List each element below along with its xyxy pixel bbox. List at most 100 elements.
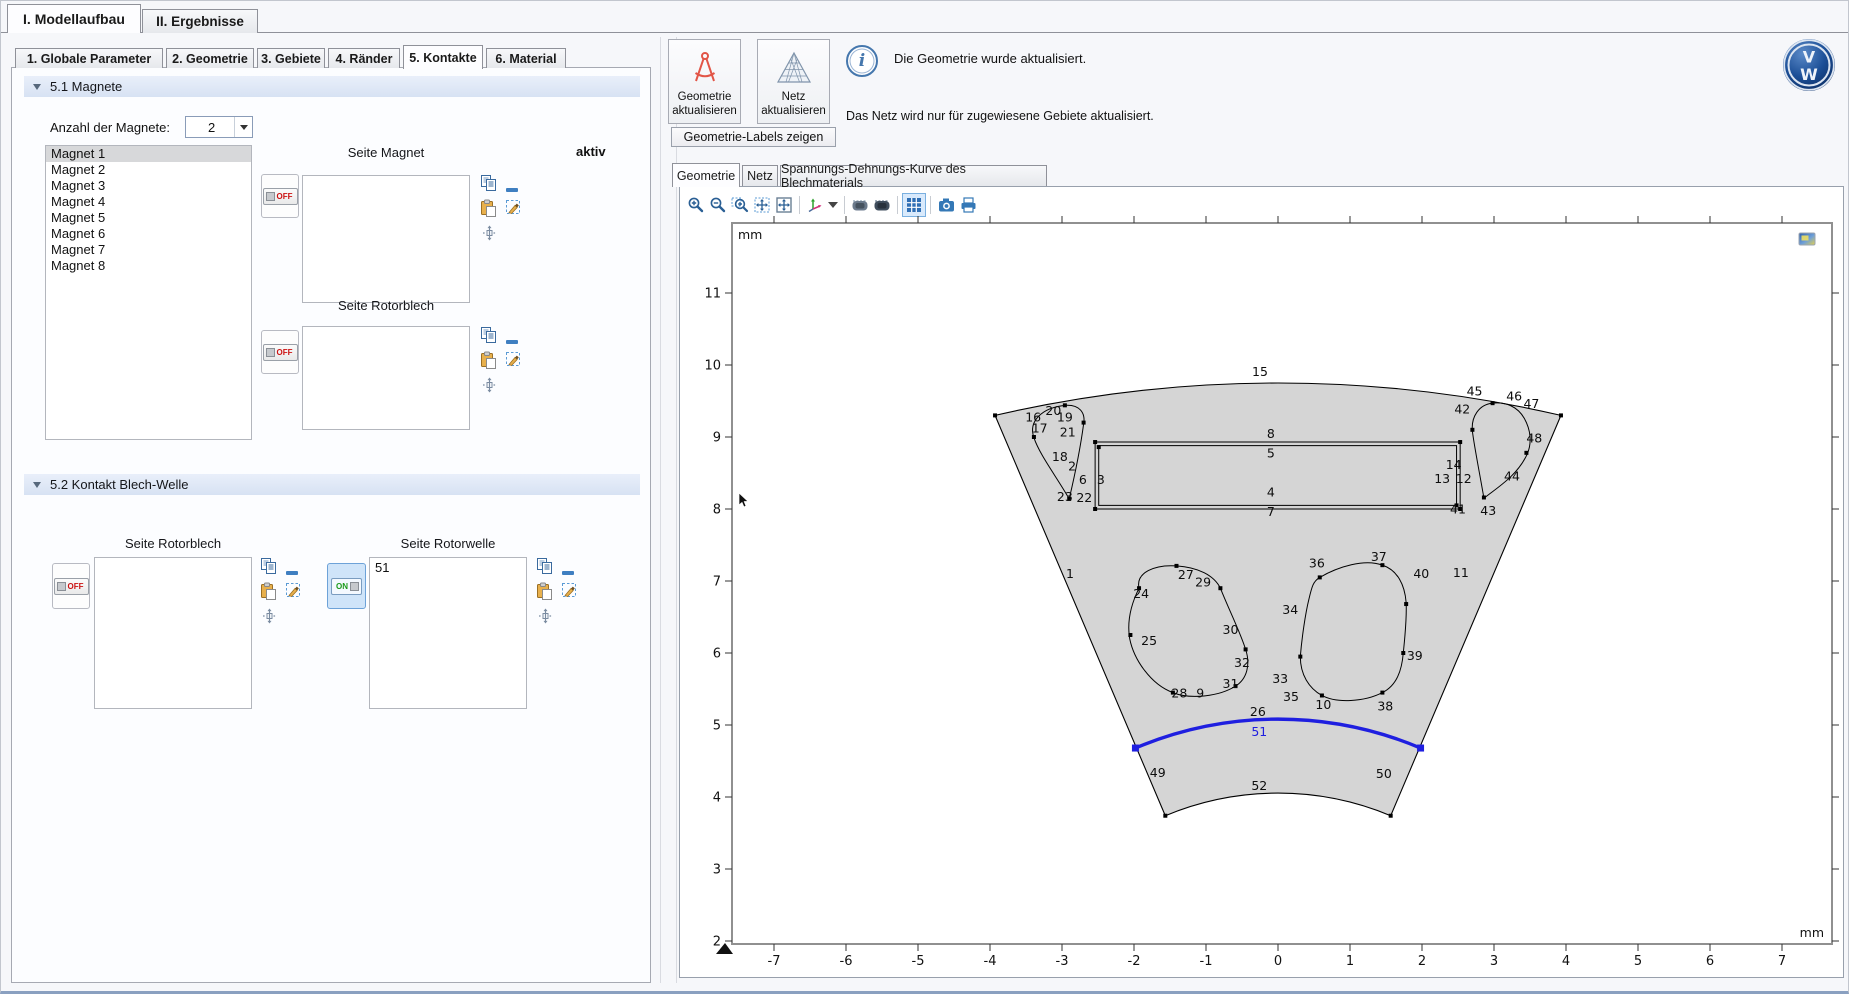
- toggle-off-icon: OFF: [263, 188, 298, 205]
- axis-orientation-dropdown-icon[interactable]: [826, 194, 840, 216]
- plot-thumbnail-icon[interactable]: [1798, 231, 1817, 248]
- magnet-list-item[interactable]: Magnet 3: [46, 178, 251, 194]
- copy-image-icon[interactable]: [849, 194, 871, 216]
- tab-modellaufbau[interactable]: I. Modellaufbau: [7, 4, 141, 33]
- magnet-list-item[interactable]: Magnet 7: [46, 242, 251, 258]
- section-header-kontakt[interactable]: 5.2 Kontakt Blech-Welle: [24, 474, 640, 495]
- zoom-to-selection-icon[interactable]: [482, 377, 497, 398]
- zoom-to-selection-icon[interactable]: [482, 225, 497, 246]
- paste-selection-icon[interactable]: [536, 582, 553, 606]
- update-geometry-button[interactable]: Geometrie aktualisieren: [668, 39, 741, 124]
- zoom-to-selection-icon[interactable]: [262, 608, 277, 629]
- copy-selection-icon[interactable]: [260, 557, 277, 580]
- paste-selection-icon[interactable]: [480, 351, 497, 375]
- copy-selection-icon[interactable]: [536, 557, 553, 580]
- selection-list-seite-magnet[interactable]: [302, 175, 470, 303]
- toggle-off-icon: OFF: [263, 344, 298, 361]
- selection-list-seite-rotorblech[interactable]: [302, 326, 470, 430]
- subtab-5-kontakte[interactable]: 5. Kontakte: [403, 45, 483, 69]
- subtab-1-globale-parameter[interactable]: 1. Globale Parameter: [15, 48, 163, 68]
- toggle-kontakt-rotorwelle[interactable]: ON: [327, 563, 366, 609]
- magnet-count-label: Anzahl der Magnete:: [50, 120, 170, 135]
- magnet-list-item[interactable]: Magnet 1: [46, 146, 251, 162]
- section-header-magnete[interactable]: 5.1 Magnete: [24, 76, 640, 97]
- magnet-count-dropdown[interactable]: 2: [185, 116, 253, 138]
- grid-toggle-icon[interactable]: [902, 193, 926, 217]
- subtab-2-geometrie[interactable]: 2. Geometrie: [166, 48, 254, 68]
- update-mesh-button[interactable]: Netz aktualisieren: [757, 39, 830, 124]
- clear-selection-icon[interactable]: [561, 582, 578, 604]
- copy-selection-icon[interactable]: [480, 326, 497, 349]
- subtab-3-gebiete[interactable]: 3. Gebiete: [257, 48, 325, 68]
- remove-selection-icon[interactable]: [562, 563, 575, 581]
- button-label: Geometrie: [678, 90, 732, 104]
- selection-tools-seite-magnet: [480, 174, 536, 250]
- clear-selection-icon[interactable]: [505, 351, 522, 373]
- group-title-kontakt-rotorblech: Seite Rotorblech: [94, 536, 252, 551]
- zoom-box-icon[interactable]: [729, 194, 751, 216]
- magnet-list-item[interactable]: Magnet 8: [46, 258, 251, 274]
- camera-icon[interactable]: [935, 194, 957, 216]
- remove-selection-icon[interactable]: [506, 180, 519, 198]
- panel-splitter[interactable]: [660, 37, 661, 983]
- main-tab-divider: [1, 32, 1849, 33]
- remove-selection-icon[interactable]: [506, 332, 519, 350]
- magnet-list-item[interactable]: Magnet 4: [46, 194, 251, 210]
- magnet-list-item[interactable]: Magnet 2: [46, 162, 251, 178]
- left-panel: 5.1 Magnete Anzahl der Magnete: 2 Magnet…: [11, 67, 651, 983]
- selection-list-kontakt-rotorblech[interactable]: [94, 557, 252, 709]
- selection-tools-kontakt-rotorblech: [260, 557, 316, 633]
- toolbar-separator: [799, 196, 800, 214]
- toggle-kontakt-rotorblech[interactable]: OFF: [52, 563, 90, 609]
- remove-selection-icon[interactable]: [286, 563, 299, 581]
- toggle-seite-magnet[interactable]: OFF: [261, 174, 299, 218]
- zoom-out-icon[interactable]: [707, 194, 729, 216]
- toggle-on-icon: ON: [331, 578, 362, 595]
- magnet-list-item[interactable]: Magnet 6: [46, 226, 251, 242]
- paste-selection-icon[interactable]: [260, 582, 277, 606]
- export-image-icon[interactable]: [871, 194, 893, 216]
- plot-container: [679, 186, 1844, 978]
- status-message-mesh: Das Netz wird nur für zugewiesene Gebiet…: [846, 109, 1154, 123]
- status-message-geometry: Die Geometrie wurde aktualisiert.: [894, 51, 1086, 66]
- axis-orientation-icon[interactable]: [804, 194, 826, 216]
- toolbar-separator: [930, 196, 931, 214]
- clear-selection-icon[interactable]: [285, 582, 302, 604]
- chevron-down-icon[interactable]: [234, 117, 252, 137]
- toolbar-separator: [897, 196, 898, 214]
- tab-ergebnisse[interactable]: II. Ergebnisse: [142, 9, 258, 33]
- zoom-in-icon[interactable]: [685, 194, 707, 216]
- selection-list-kontakt-rotorwelle[interactable]: 51: [369, 557, 527, 709]
- toggle-seite-rotorblech[interactable]: OFF: [261, 330, 299, 374]
- magnet-list[interactable]: Magnet 1Magnet 2Magnet 3Magnet 4Magnet 5…: [45, 145, 252, 440]
- clear-selection-icon[interactable]: [505, 199, 522, 221]
- aktiv-column-label: aktiv: [576, 144, 606, 159]
- show-geometry-labels-button[interactable]: Geometrie-Labels zeigen: [671, 127, 836, 147]
- magnet-list-item[interactable]: Magnet 5: [46, 210, 251, 226]
- zoom-extents-icon[interactable]: [751, 194, 773, 216]
- subtab-4-r-nder[interactable]: 4. Ränder: [328, 48, 400, 68]
- button-label: aktualisieren: [672, 104, 737, 118]
- print-icon[interactable]: [957, 194, 979, 216]
- info-icon: i: [846, 45, 878, 77]
- view-tab-geometrie[interactable]: Geometrie: [672, 163, 740, 187]
- group-title-seite-rotorblech: Seite Rotorblech: [302, 298, 470, 313]
- svg-text:W: W: [1800, 65, 1818, 84]
- selection-tools-seite-rotorblech: [480, 326, 536, 402]
- toolbar-separator: [844, 196, 845, 214]
- selection-entry-51[interactable]: 51: [370, 558, 526, 576]
- plot-toolbar: [685, 192, 979, 218]
- zoom-fit-icon[interactable]: [773, 194, 795, 216]
- zoom-to-selection-icon[interactable]: [538, 608, 553, 629]
- view-tab-spannungs-dehnungs-kurve-des-b[interactable]: Spannungs-Dehnungs-Kurve des Blechmateri…: [780, 165, 1047, 186]
- view-tab-netz[interactable]: Netz: [742, 165, 778, 186]
- paste-selection-icon[interactable]: [480, 199, 497, 223]
- subtab-6-material[interactable]: 6. Material: [486, 48, 566, 68]
- selection-tools-kontakt-rotorwelle: [536, 557, 592, 633]
- copy-selection-icon[interactable]: [480, 174, 497, 197]
- mesh-icon: [775, 48, 813, 88]
- compass-icon: [686, 48, 724, 88]
- vw-logo: V W: [1781, 37, 1837, 93]
- section-title: 5.2 Kontakt Blech-Welle: [50, 477, 189, 492]
- group-title-kontakt-rotorwelle: Seite Rotorwelle: [369, 536, 527, 551]
